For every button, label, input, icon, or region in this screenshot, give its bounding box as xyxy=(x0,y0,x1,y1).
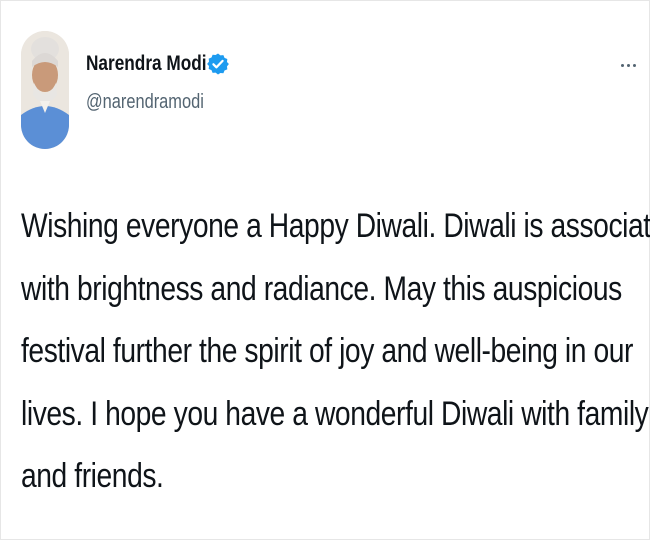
more-options-icon xyxy=(626,63,630,67)
tweet-text-line: with brightness and radiance. May this a… xyxy=(21,269,622,308)
author-display-name[interactable]: Narendra Modi xyxy=(86,52,207,76)
more-options-button[interactable] xyxy=(613,57,643,73)
verified-badge-icon xyxy=(206,52,230,76)
profile-photo xyxy=(21,31,69,149)
tweet-text-line: festival further the spirit of joy and w… xyxy=(21,332,634,370)
display-name-row: Narendra Modi xyxy=(86,49,230,79)
tweet-card: Narendra Modi @narendramodi Wishing ever… xyxy=(0,0,650,540)
more-options-icon xyxy=(632,63,636,67)
more-options-icon xyxy=(620,63,624,67)
author-info: Narendra Modi @narendramodi xyxy=(86,49,230,114)
author-handle[interactable]: @narendramodi xyxy=(86,91,204,114)
tweet-text-line: lives. I hope you have a wonderful Diwal… xyxy=(21,394,649,433)
avatar[interactable] xyxy=(21,31,69,149)
tweet-text-line: Wishing everyone a Happy Diwali. Diwali … xyxy=(21,207,650,245)
tweet-text-line: and friends. xyxy=(21,457,164,495)
tweet-text: Wishing everyone a Happy Diwali. Diwali … xyxy=(21,195,650,508)
